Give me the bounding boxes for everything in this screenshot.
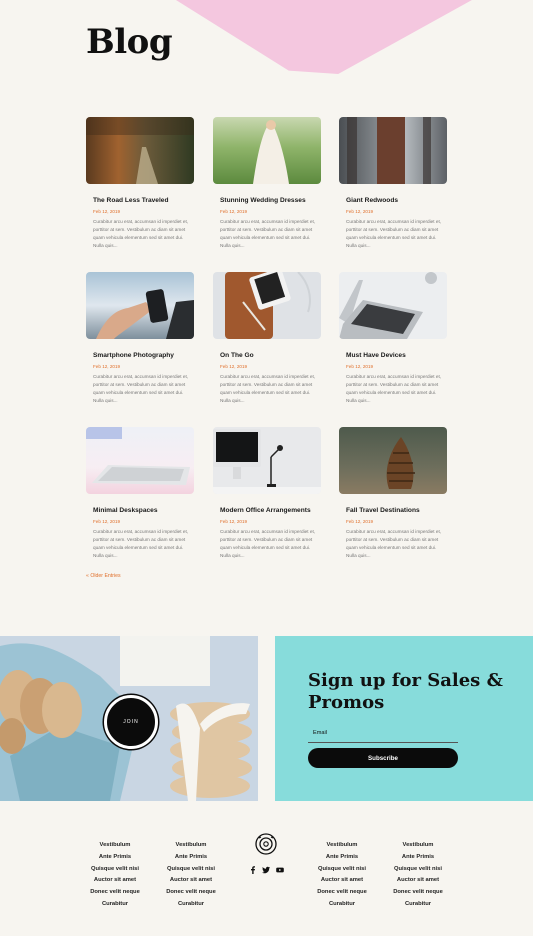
post-thumbnail[interactable]	[339, 117, 447, 184]
post-excerpt: Curabitur arcu erat, accumsan id imperdi…	[346, 219, 442, 249]
footer-link[interactable]: Ante Primis	[302, 852, 382, 864]
post-excerpt: Curabitur arcu erat, accumsan id imperdi…	[220, 529, 316, 559]
footer-column: Vestibulum Ante Primis Quisque velit nis…	[378, 840, 458, 911]
blog-post-card: On The Go Feb 12, 2019 Curabitur arcu er…	[213, 272, 321, 405]
blog-post-card: Modern Office Arrangements Feb 12, 2019 …	[213, 427, 321, 560]
post-date: Feb 12, 2019	[220, 209, 248, 214]
page-title: Blog	[86, 22, 173, 62]
post-date: Feb 12, 2019	[346, 364, 374, 369]
post-excerpt: Curabitur arcu erat, accumsan id imperdi…	[93, 219, 189, 249]
post-thumbnail[interactable]	[339, 272, 447, 339]
subscribe-button[interactable]: Subscribe	[308, 748, 458, 768]
footer-link[interactable]: Auctor sit amet	[75, 875, 155, 887]
post-excerpt: Curabitur arcu erat, accumsan id imperdi…	[346, 529, 442, 559]
post-title[interactable]: Giant Redwoods	[346, 197, 447, 204]
post-excerpt: Curabitur arcu erat, accumsan id imperdi…	[93, 529, 189, 559]
twitter-icon[interactable]	[262, 866, 270, 874]
footer-link[interactable]: Curabitur	[378, 899, 458, 911]
blog-post-card: The Road Less Traveled Feb 12, 2019 Cura…	[86, 117, 194, 250]
email-field-underline	[308, 742, 458, 743]
footer-link[interactable]: Quisque velit nisi	[302, 864, 382, 876]
facebook-icon[interactable]	[249, 866, 257, 874]
post-thumbnail[interactable]	[213, 427, 321, 494]
footer-column: Vestibulum Ante Primis Quisque velit nis…	[75, 840, 155, 911]
post-thumbnail[interactable]	[339, 427, 447, 494]
footer-link[interactable]: Donec velit neque	[75, 887, 155, 899]
footer-link[interactable]: Vestibulum	[378, 840, 458, 852]
post-date: Feb 12, 2019	[346, 209, 374, 214]
blog-post-card: Must Have Devices Feb 12, 2019 Curabitur…	[339, 272, 447, 405]
post-title[interactable]: Must Have Devices	[346, 352, 447, 359]
footer-column: Vestibulum Ante Primis Quisque velit nis…	[302, 840, 382, 911]
footer-link[interactable]: Auctor sit amet	[151, 875, 231, 887]
donut-logo-icon[interactable]	[255, 833, 277, 855]
blog-post-card: Smartphone Photography Feb 12, 2019 Cura…	[86, 272, 194, 405]
post-excerpt: Curabitur arcu erat, accumsan id imperdi…	[346, 374, 442, 404]
post-excerpt: Curabitur arcu erat, accumsan id imperdi…	[93, 374, 189, 404]
footer-link[interactable]: Curabitur	[151, 899, 231, 911]
footer-link[interactable]: Quisque velit nisi	[378, 864, 458, 876]
post-title[interactable]: On The Go	[220, 352, 321, 359]
youtube-icon[interactable]	[276, 866, 284, 874]
footer-link[interactable]: Ante Primis	[151, 852, 231, 864]
post-excerpt: Curabitur arcu erat, accumsan id imperdi…	[220, 219, 316, 249]
footer-link[interactable]: Curabitur	[302, 899, 382, 911]
post-excerpt: Curabitur arcu erat, accumsan id imperdi…	[220, 374, 316, 404]
post-title[interactable]: Fall Travel Destinations	[346, 507, 447, 514]
post-thumbnail[interactable]	[86, 272, 194, 339]
blog-post-card: Giant Redwoods Feb 12, 2019 Curabitur ar…	[339, 117, 447, 250]
footer-link[interactable]: Vestibulum	[75, 840, 155, 852]
older-entries-link[interactable]: « Older Entries	[86, 573, 121, 579]
blog-post-card: Stunning Wedding Dresses Feb 12, 2019 Cu…	[213, 117, 321, 250]
post-title[interactable]: Smartphone Photography	[93, 352, 194, 359]
post-date: Feb 12, 2019	[220, 364, 248, 369]
post-thumbnail[interactable]	[86, 117, 194, 184]
post-date: Feb 12, 2019	[93, 209, 121, 214]
signup-title: Sign up for Sales & Promos	[308, 670, 503, 713]
post-title[interactable]: The Road Less Traveled	[93, 197, 194, 204]
footer-link[interactable]: Curabitur	[75, 899, 155, 911]
footer-link[interactable]: Quisque velit nisi	[151, 864, 231, 876]
post-title[interactable]: Stunning Wedding Dresses	[220, 197, 321, 204]
post-date: Feb 12, 2019	[93, 364, 121, 369]
post-thumbnail[interactable]	[213, 117, 321, 184]
post-title[interactable]: Modern Office Arrangements	[220, 507, 321, 514]
footer-link[interactable]: Ante Primis	[75, 852, 155, 864]
footer-link[interactable]: Auctor sit amet	[302, 875, 382, 887]
footer-link[interactable]: Donec velit neque	[151, 887, 231, 899]
footer-link[interactable]: Donec velit neque	[302, 887, 382, 899]
footer-link[interactable]: Auctor sit amet	[378, 875, 458, 887]
footer-link[interactable]: Vestibulum	[151, 840, 231, 852]
signup-section: Sign up for Sales & Promos Email Subscri…	[275, 636, 533, 801]
blog-post-card: Minimal Deskspaces Feb 12, 2019 Curabitu…	[86, 427, 194, 560]
post-title[interactable]: Minimal Deskspaces	[93, 507, 194, 514]
footer-link[interactable]: Ante Primis	[378, 852, 458, 864]
footer-column: Vestibulum Ante Primis Quisque velit nis…	[151, 840, 231, 911]
post-thumbnail[interactable]	[86, 427, 194, 494]
join-button[interactable]: JOIN	[104, 695, 158, 749]
email-field[interactable]: Email	[313, 730, 327, 736]
post-date: Feb 12, 2019	[220, 519, 248, 524]
post-date: Feb 12, 2019	[93, 519, 121, 524]
post-thumbnail[interactable]	[213, 272, 321, 339]
decorative-pink-shape	[160, 0, 490, 74]
footer-link[interactable]: Donec velit neque	[378, 887, 458, 899]
footer-link[interactable]: Quisque velit nisi	[75, 864, 155, 876]
post-date: Feb 12, 2019	[346, 519, 374, 524]
blog-post-card: Fall Travel Destinations Feb 12, 2019 Cu…	[339, 427, 447, 560]
footer-link[interactable]: Vestibulum	[302, 840, 382, 852]
